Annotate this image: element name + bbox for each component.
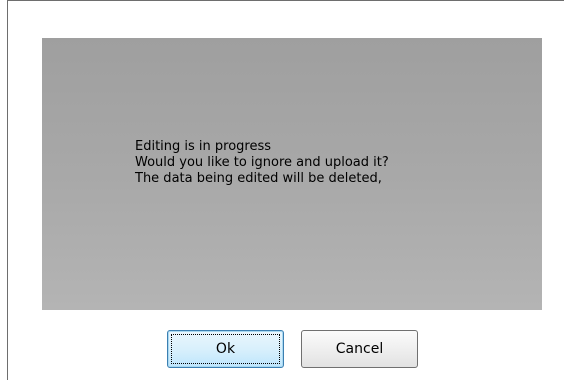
- message-panel: Editing is in progress Would you like to…: [42, 38, 542, 310]
- message-line-question: Would you like to ignore and upload it?: [135, 155, 389, 170]
- message-text: Editing is in progress Would you like to…: [135, 139, 389, 187]
- cancel-button-label: Cancel: [335, 341, 384, 357]
- ok-button-label: Ok: [215, 341, 236, 357]
- ok-button[interactable]: Ok: [167, 330, 284, 368]
- cancel-button[interactable]: Cancel: [301, 330, 418, 368]
- message-line-warning: The data being edited will be deleted,: [135, 171, 382, 186]
- message-line-editing: Editing is in progress: [135, 139, 272, 154]
- confirm-dialog: Editing is in progress Would you like to…: [7, 0, 564, 380]
